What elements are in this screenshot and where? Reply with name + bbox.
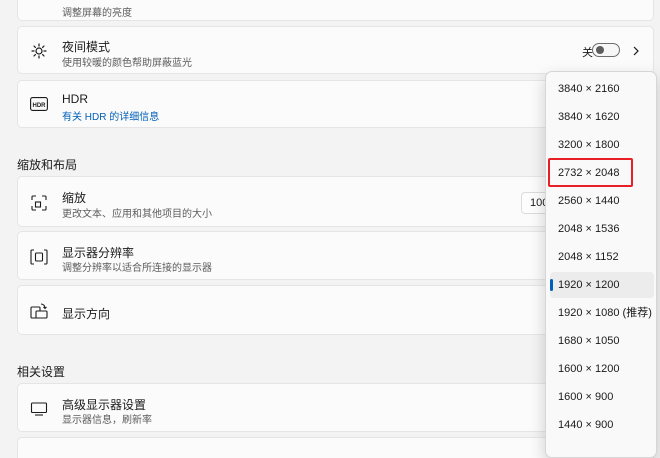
selected-option-label: 1920 × 1200 (558, 279, 620, 291)
zoom-subtitle: 更改文本、应用和其他项目的大小 (62, 209, 212, 220)
night-mode-subtitle: 使用较暖的颜色帮助屏蔽蓝光 (62, 58, 192, 69)
zoom-icon (30, 194, 48, 212)
resolution-option[interactable]: 1680 × 1050 (550, 328, 654, 354)
resolution-option[interactable]: 2560 × 1440 (550, 188, 654, 214)
monitor-icon (30, 400, 48, 418)
advanced-display-subtitle: 显示器信息，刷新率 (62, 415, 152, 426)
resolution-option[interactable]: 3840 × 2160 (550, 76, 654, 102)
brightness-icon (30, 42, 48, 60)
toggle-knob (596, 46, 604, 54)
graphics-icon (30, 453, 48, 458)
night-mode-card[interactable]: 夜间模式 使用较暖的颜色帮助屏蔽蓝光 关 (17, 26, 654, 74)
orientation-icon (30, 302, 48, 320)
section-related-heading: 相关设置 (17, 365, 66, 379)
resolution-option-selected[interactable]: 1920 × 1200 (550, 272, 654, 298)
orientation-title: 显示方向 (62, 307, 111, 321)
brightness-subtitle: 调整屏幕的亮度 (62, 8, 132, 19)
night-mode-toggle[interactable] (592, 43, 620, 57)
brightness-card[interactable]: 调整屏幕的亮度 (17, 0, 654, 21)
hdr-details-link[interactable]: 有关 HDR 的详细信息 (62, 108, 159, 123)
resolution-icon (30, 248, 48, 266)
hdr-title: HDR (62, 92, 88, 106)
resolution-option[interactable]: 1920 × 1080 (推荐) (550, 300, 654, 326)
resolution-option[interactable]: 1600 × 1200 (550, 356, 654, 382)
resolution-option[interactable]: 3200 × 1800 (550, 132, 654, 158)
annotation-highlight-box (548, 158, 633, 187)
zoom-title: 缩放 (62, 191, 87, 205)
chevron-right-icon[interactable] (631, 46, 641, 56)
resolution-subtitle: 调整分辨率以适合所连接的显示器 (62, 263, 212, 274)
resolution-option[interactable]: 1600 × 900 (550, 384, 654, 410)
section-scale-layout-heading: 缩放和布局 (17, 158, 78, 172)
hdr-badge-text: HDR (33, 103, 47, 109)
resolution-dropdown-list[interactable]: 3840 × 2160 3840 × 1620 3200 × 1800 2732… (545, 71, 657, 458)
night-mode-title: 夜间模式 (62, 40, 111, 54)
resolution-option[interactable]: 3840 × 1620 (550, 104, 654, 130)
resolution-option[interactable]: 2048 × 1536 (550, 216, 654, 242)
resolution-option[interactable]: 2048 × 1152 (550, 244, 654, 270)
selected-indicator (550, 279, 553, 291)
resolution-option[interactable]: 1440 × 900 (550, 412, 654, 438)
hdr-icon: HDR (30, 95, 48, 113)
